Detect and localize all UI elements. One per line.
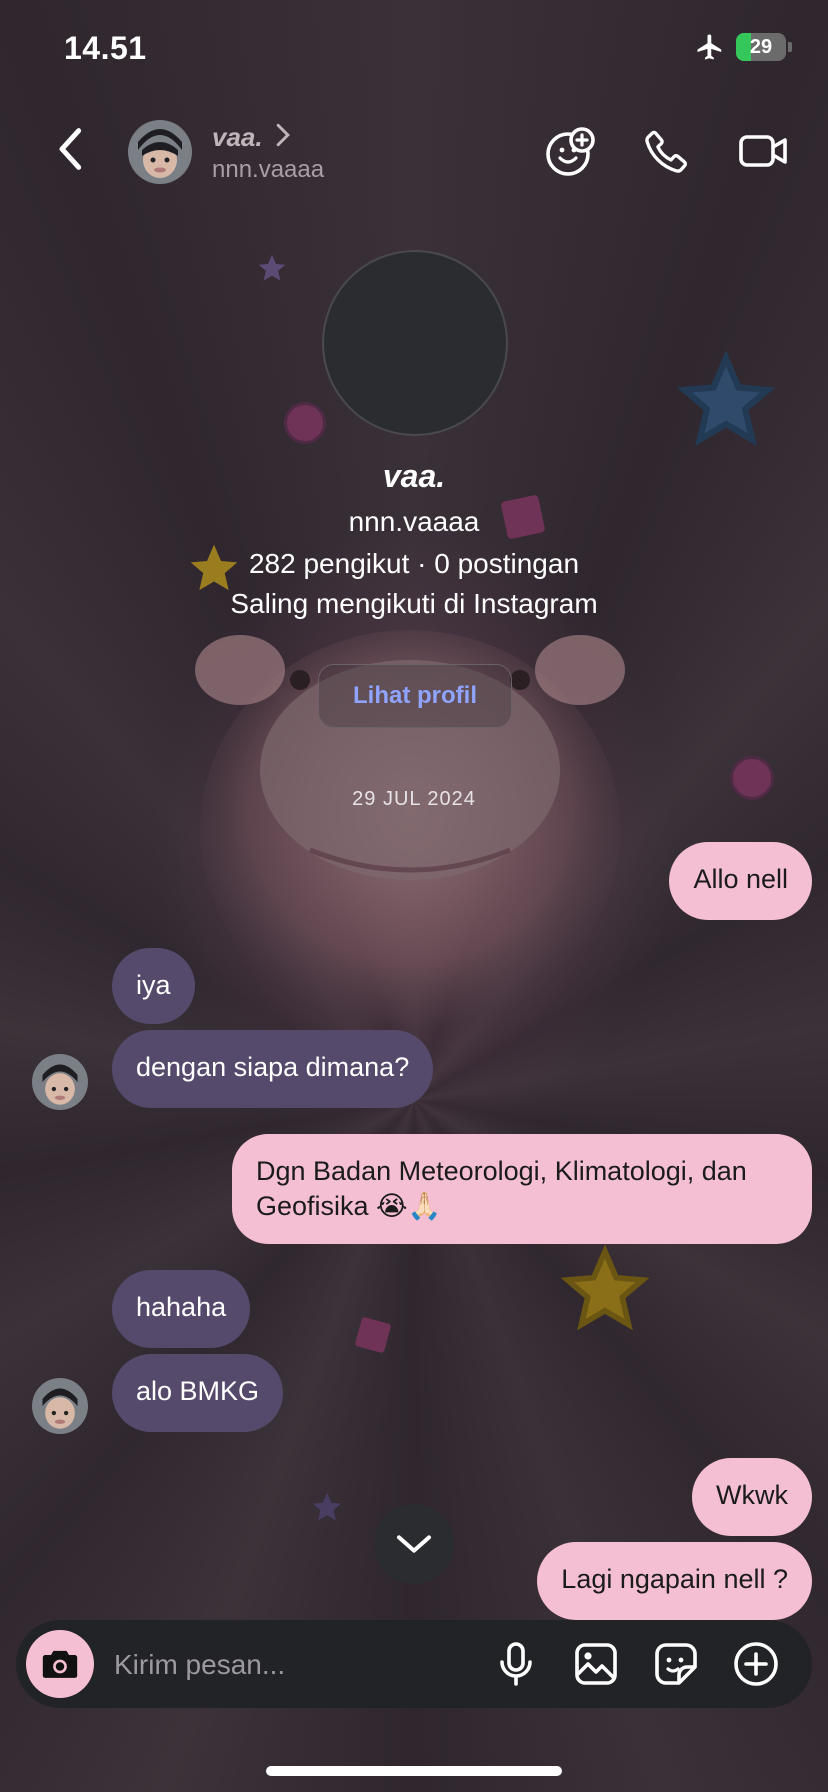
star-decoration-icon [258, 254, 286, 281]
airplane-icon [697, 34, 722, 60]
back-icon[interactable] [52, 124, 92, 174]
message-line: Dgn Badan Meteorologi, Klimatologi, dan [256, 1156, 747, 1186]
message-line: Geofisika 😭🙏🏻 [256, 1191, 442, 1221]
profile-picture [322, 250, 508, 436]
star-decoration-icon [560, 1244, 650, 1331]
sticker-icon[interactable] [652, 1640, 700, 1688]
message-bubble-incoming[interactable]: iya [112, 948, 195, 1024]
circle-decoration [284, 402, 326, 444]
message-bubble-incoming[interactable]: dengan siapa dimana? [112, 1030, 434, 1108]
star-decoration-icon [676, 350, 776, 446]
profile-name: vaa. [382, 458, 446, 494]
battery-level: 29 [749, 35, 773, 58]
message-bubble-incoming[interactable]: hahaha [112, 1270, 251, 1348]
home-indicator [266, 1766, 562, 1776]
chat-contact-username: nnn.vaaaa [212, 156, 325, 183]
message-bubble-incoming[interactable]: alo BMKG [112, 1354, 284, 1432]
battery-indicator: 29 [736, 33, 786, 61]
gallery-icon[interactable] [572, 1640, 620, 1688]
profile-stats: 282 pengikut · 0 postingan [248, 548, 580, 579]
plus-circle-icon[interactable] [732, 1640, 780, 1688]
message-bubble-outgoing[interactable]: Dgn Badan Meteorologi, Klimatologi, dan … [232, 1134, 812, 1244]
chat-contact-name[interactable]: vaa. [212, 122, 263, 153]
profile-username: nnn.vaaaa [348, 506, 480, 537]
message-input[interactable] [112, 1640, 496, 1690]
microphone-icon[interactable] [492, 1640, 540, 1688]
add-effect-icon[interactable] [544, 126, 596, 178]
avatar[interactable] [32, 1378, 88, 1434]
status-indicators: 29 [694, 32, 792, 62]
star-decoration-icon [312, 1492, 342, 1521]
video-icon[interactable] [738, 126, 790, 176]
message-bubble-outgoing[interactable]: Lagi ngapain nell ? [537, 1542, 812, 1620]
camera-button[interactable] [26, 1630, 94, 1698]
date-separator: 29 JUL 2024 [352, 788, 476, 810]
chevron-right-icon[interactable] [272, 122, 294, 148]
message-bubble-outgoing[interactable]: Allo nell [669, 842, 812, 920]
status-time: 14.51 [64, 30, 147, 66]
avatar[interactable] [32, 1054, 88, 1110]
scroll-to-bottom-button[interactable] [374, 1504, 454, 1584]
message-bubble-outgoing[interactable]: Wkwk [692, 1458, 812, 1536]
mutual-follow-note: Saling mengikuti di Instagram [230, 588, 598, 619]
phone-icon[interactable] [642, 126, 692, 176]
message-composer [16, 1620, 812, 1708]
camera-icon [42, 1650, 78, 1678]
view-profile-button[interactable]: Lihat profil [318, 664, 512, 728]
avatar[interactable] [128, 120, 192, 184]
chevron-down-icon [397, 1535, 431, 1553]
chat-header: vaa. nnn.vaaaa [0, 110, 828, 190]
